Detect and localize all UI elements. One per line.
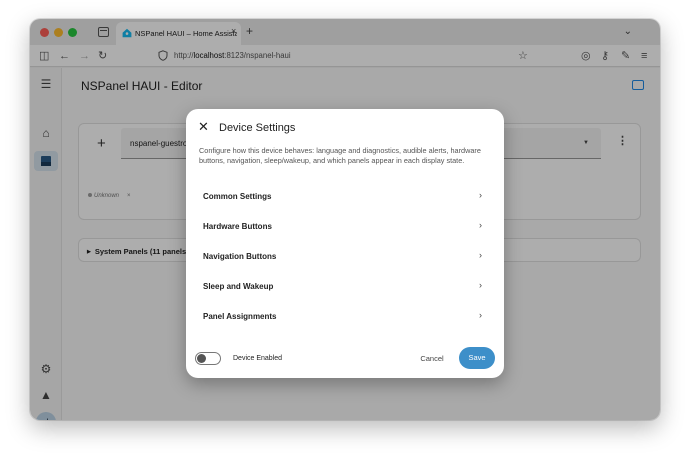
menu-item-label: Hardware Buttons (203, 222, 272, 231)
dialog-title: Device Settings (219, 122, 296, 134)
menu-item-hardware-buttons[interactable]: Hardware Buttons › (186, 215, 504, 239)
browser-window: NSPanel HAUI – Home Assistant × + ⌄ ◫ ← … (30, 19, 660, 420)
toggle-knob (197, 354, 206, 363)
menu-item-panel-assignments[interactable]: Panel Assignments › (186, 305, 504, 329)
device-enabled-label: Device Enabled (233, 355, 283, 362)
menu-item-label: Sleep and Wakeup (203, 282, 274, 291)
chevron-right-icon: › (479, 220, 482, 230)
chevron-right-icon: › (479, 280, 482, 290)
dialog-description: Configure how this device behaves: langu… (199, 146, 481, 165)
save-button[interactable]: Save (459, 347, 495, 369)
chevron-right-icon: › (479, 310, 482, 320)
menu-item-label: Common Settings (203, 192, 272, 201)
cancel-button[interactable]: Cancel (414, 352, 450, 366)
close-icon[interactable]: ✕ (198, 120, 209, 134)
chevron-right-icon: › (479, 190, 482, 200)
menu-item-label: Navigation Buttons (203, 252, 277, 261)
menu-item-sleep-and-wakeup[interactable]: Sleep and Wakeup › (186, 275, 504, 299)
menu-item-common-settings[interactable]: Common Settings › (186, 185, 504, 209)
chevron-right-icon: › (479, 250, 482, 260)
device-settings-dialog: ✕ Device Settings Configure how this dev… (186, 109, 504, 378)
menu-item-label: Panel Assignments (203, 312, 277, 321)
menu-item-navigation-buttons[interactable]: Navigation Buttons › (186, 245, 504, 269)
device-enabled-toggle[interactable] (195, 352, 221, 365)
